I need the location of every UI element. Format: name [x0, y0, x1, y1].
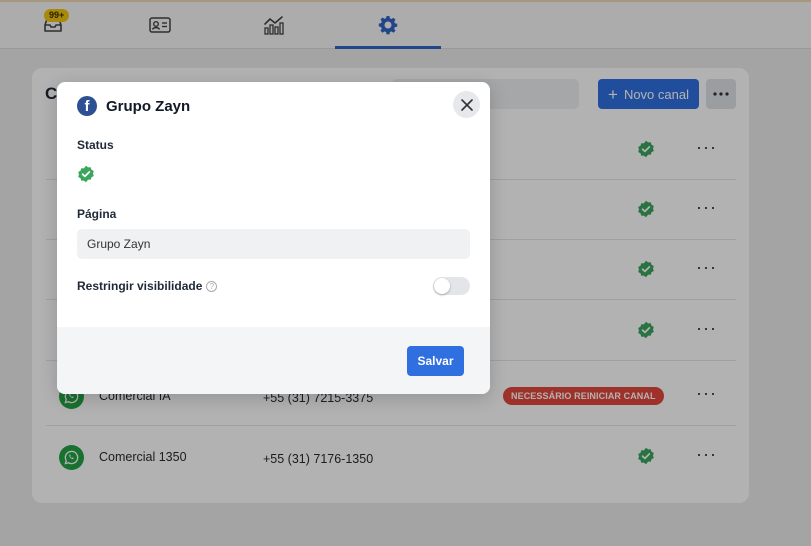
- facebook-icon: f: [77, 96, 97, 116]
- toggle-knob: [434, 278, 450, 294]
- close-icon: [460, 98, 473, 111]
- help-icon[interactable]: ?: [206, 281, 218, 292]
- status-label: Status: [77, 138, 114, 152]
- channel-edit-modal: f Grupo Zayn Status Página Grupo Zayn Re…: [57, 82, 490, 394]
- restrict-visibility-toggle[interactable]: [433, 277, 470, 295]
- modal-header: f Grupo Zayn: [77, 94, 190, 118]
- modal-footer: Salvar: [57, 327, 490, 394]
- close-button[interactable]: [453, 91, 480, 118]
- save-button[interactable]: Salvar: [407, 346, 464, 376]
- modal-title: Grupo Zayn: [106, 97, 191, 115]
- verified-check-icon: [77, 165, 95, 188]
- restrict-visibility-text: Restringir visibilidade: [77, 279, 203, 293]
- restrict-visibility-label: Restringir visibilidade?: [77, 279, 218, 293]
- page-label: Página: [77, 207, 117, 221]
- page-field[interactable]: Grupo Zayn: [77, 229, 470, 259]
